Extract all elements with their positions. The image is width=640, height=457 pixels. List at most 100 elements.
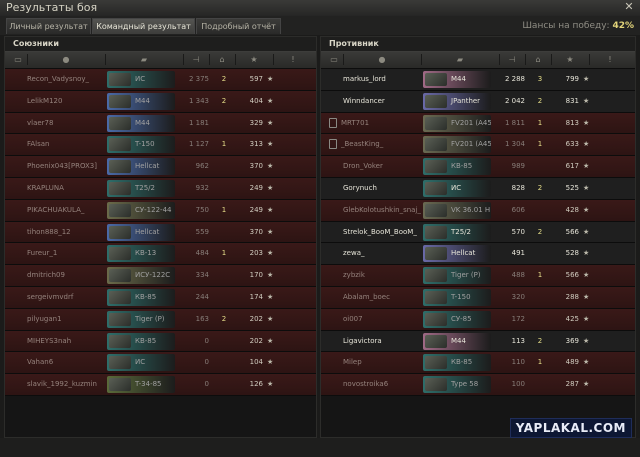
player-row[interactable]: Fureur_1 КВ-13 484 1 203 ★ — [5, 243, 316, 266]
damage-icon[interactable]: ⊣ — [183, 54, 210, 65]
chat-icon[interactable]: ▭ — [9, 54, 28, 65]
player-name: Winndancer — [343, 96, 385, 105]
tab-personal-result[interactable]: Личный результат — [6, 18, 91, 34]
damage-value: 110 — [511, 358, 525, 367]
tab-team-result[interactable]: Командный результат — [92, 18, 195, 34]
damage-value: 1 304 — [504, 140, 525, 149]
damage-icon[interactable]: ⊣ — [499, 54, 526, 65]
player-name: sergeivmvdrf — [27, 292, 74, 301]
player-row[interactable]: Milep КВ-85 110 1 489 ★ — [321, 352, 635, 375]
xp-value: 617 — [565, 162, 579, 171]
xp-star-icon: ★ — [583, 336, 590, 345]
player-name: Vahan6 — [27, 358, 54, 367]
kills-value: 2 — [221, 314, 227, 323]
tank-name: T25/2 — [451, 227, 471, 236]
xp-star-icon[interactable]: ★ — [235, 54, 274, 65]
player-row[interactable]: dmitrich09 ИСУ-122С 334 170 ★ — [5, 265, 316, 287]
damage-value: 962 — [195, 162, 209, 171]
tank-badge: FV201 (A45) — [423, 114, 491, 132]
xp-value: 249 — [249, 183, 263, 192]
xp-star-icon: ★ — [267, 336, 274, 345]
xp-star-icon: ★ — [583, 292, 590, 301]
player-name: MIHEYS3nah — [27, 336, 72, 345]
tank-kills-icon[interactable]: ⌂ — [209, 54, 236, 65]
player-row[interactable]: vlaer78 M44 1 181 329 ★ — [5, 112, 316, 135]
tank-name: M44 — [135, 96, 150, 105]
tank-name: FV201 (A45) — [451, 118, 491, 127]
info-icon[interactable]: ! — [589, 54, 631, 65]
player-row[interactable]: Ligavictora M44 113 2 369 ★ — [321, 330, 635, 353]
tank-badge: T25/2 — [107, 179, 175, 197]
tank-icon[interactable]: ▰ — [105, 54, 184, 65]
xp-star-icon: ★ — [583, 227, 590, 236]
player-row[interactable]: PIKACHUAKULA_ СУ-122-44 750 1 249 ★ — [5, 199, 316, 222]
damage-value: 2 288 — [504, 75, 525, 83]
player-row[interactable]: MIHEYS3nah КВ-85 0 202 ★ — [5, 330, 316, 353]
player-name: tihon888_12 — [27, 227, 71, 236]
xp-star-icon: ★ — [583, 140, 590, 149]
xp-star-icon: ★ — [267, 75, 274, 83]
player-row[interactable]: Dron_Voker КВ-85 989 617 ★ — [321, 156, 635, 178]
player-row[interactable]: Phoenix043[PROX3] Hellcat 962 370 ★ — [5, 156, 316, 178]
player-name: dmitrich09 — [27, 271, 65, 280]
player-row[interactable]: Vahan6 ИС 0 104 ★ — [5, 352, 316, 375]
player-icon[interactable]: ● — [343, 54, 422, 65]
player-row[interactable]: novostroika6 Type 58 100 287 ★ — [321, 374, 635, 396]
tank-icon[interactable]: ▰ — [421, 54, 500, 65]
player-row[interactable]: KRAPLUNA T25/2 932 249 ★ — [5, 177, 316, 200]
player-name: oi007 — [343, 314, 363, 323]
tank-badge: ИСУ-122С — [107, 267, 175, 285]
enemies-list: markus_lord M44 2 288 3 799 ★ Winndancer JPanth… — [321, 69, 635, 396]
kills-value: 1 — [221, 140, 227, 149]
tank-name: ИС — [451, 183, 462, 192]
tank-name: Tiger (P) — [135, 314, 165, 323]
xp-value: 597 — [249, 75, 263, 83]
tank-badge: Hellcat — [107, 223, 175, 241]
tank-name: Tiger (P) — [451, 271, 481, 280]
tank-badge: M44 — [423, 71, 491, 88]
tank-badge: ИС — [107, 71, 175, 88]
player-row[interactable]: Gorynuch ИС 828 2 525 ★ — [321, 177, 635, 200]
info-icon[interactable]: ! — [273, 54, 313, 65]
xp-star-icon: ★ — [267, 118, 274, 127]
player-row[interactable]: MRT701 FV201 (A45) 1 811 1 813 ★ — [321, 112, 635, 135]
platoon-icon — [329, 139, 337, 150]
tank-image — [109, 312, 131, 326]
player-row[interactable]: Recon_Vadysnoy_ ИС 2 375 2 597 ★ — [5, 69, 316, 91]
player-icon[interactable]: ● — [27, 54, 106, 65]
player-row[interactable]: slavik_1992_kuzmin T-34-85 0 126 ★ — [5, 374, 316, 396]
xp-star-icon: ★ — [267, 140, 274, 149]
player-name: FAlsan — [27, 140, 50, 149]
xp-value: 203 — [249, 249, 263, 258]
tank-badge: T-150 — [107, 136, 175, 154]
xp-value: 370 — [249, 227, 263, 236]
tank-image — [425, 203, 447, 217]
player-row[interactable]: LelikM120 M44 1 343 2 404 ★ — [5, 90, 316, 113]
player-row[interactable]: Winndancer JPanther 2 042 2 831 ★ — [321, 90, 635, 113]
player-row[interactable]: tihon888_12 Hellcat 559 370 ★ — [5, 221, 316, 244]
xp-star-icon[interactable]: ★ — [551, 54, 590, 65]
damage-value: 1 811 — [504, 118, 525, 127]
tank-image — [425, 160, 447, 174]
player-row[interactable]: GlebKolotushkin_snaj_ VK 36.01 H 606 428 ★ — [321, 199, 635, 222]
close-icon[interactable]: ✕ — [622, 0, 636, 14]
tank-badge: T25/2 — [423, 223, 491, 241]
tank-badge: FV201 (A45) — [423, 136, 491, 154]
player-row[interactable]: zybzik Tiger (P) 488 1 566 ★ — [321, 265, 635, 287]
player-row[interactable]: Strelok_BooM_BooM_ T25/2 570 2 566 ★ — [321, 221, 635, 244]
damage-value: 334 — [195, 271, 209, 280]
player-row[interactable]: zewa_ Hellcat 491 528 ★ — [321, 243, 635, 266]
player-row[interactable]: oi007 СУ-85 172 425 ★ — [321, 308, 635, 331]
tab-detailed-report[interactable]: Подробный отчёт — [196, 18, 281, 34]
player-row[interactable]: sergeivmvdrf КВ-85 244 174 ★ — [5, 286, 316, 309]
tank-kills-icon[interactable]: ⌂ — [525, 54, 552, 65]
player-row[interactable]: FAlsan T-150 1 127 1 313 ★ — [5, 134, 316, 157]
player-row[interactable]: Abalam_boec T-150 320 288 ★ — [321, 286, 635, 309]
tank-badge: КВ-85 — [107, 288, 175, 306]
enemies-title: Противник — [321, 37, 635, 51]
player-row[interactable]: pilyugan1 Tiger (P) 163 2 202 ★ — [5, 308, 316, 331]
chat-icon[interactable]: ▭ — [325, 54, 344, 65]
player-row[interactable]: markus_lord M44 2 288 3 799 ★ — [321, 69, 635, 91]
xp-star-icon: ★ — [267, 162, 274, 171]
player-row[interactable]: _BeastKing_ FV201 (A45) 1 304 1 633 ★ — [321, 134, 635, 157]
